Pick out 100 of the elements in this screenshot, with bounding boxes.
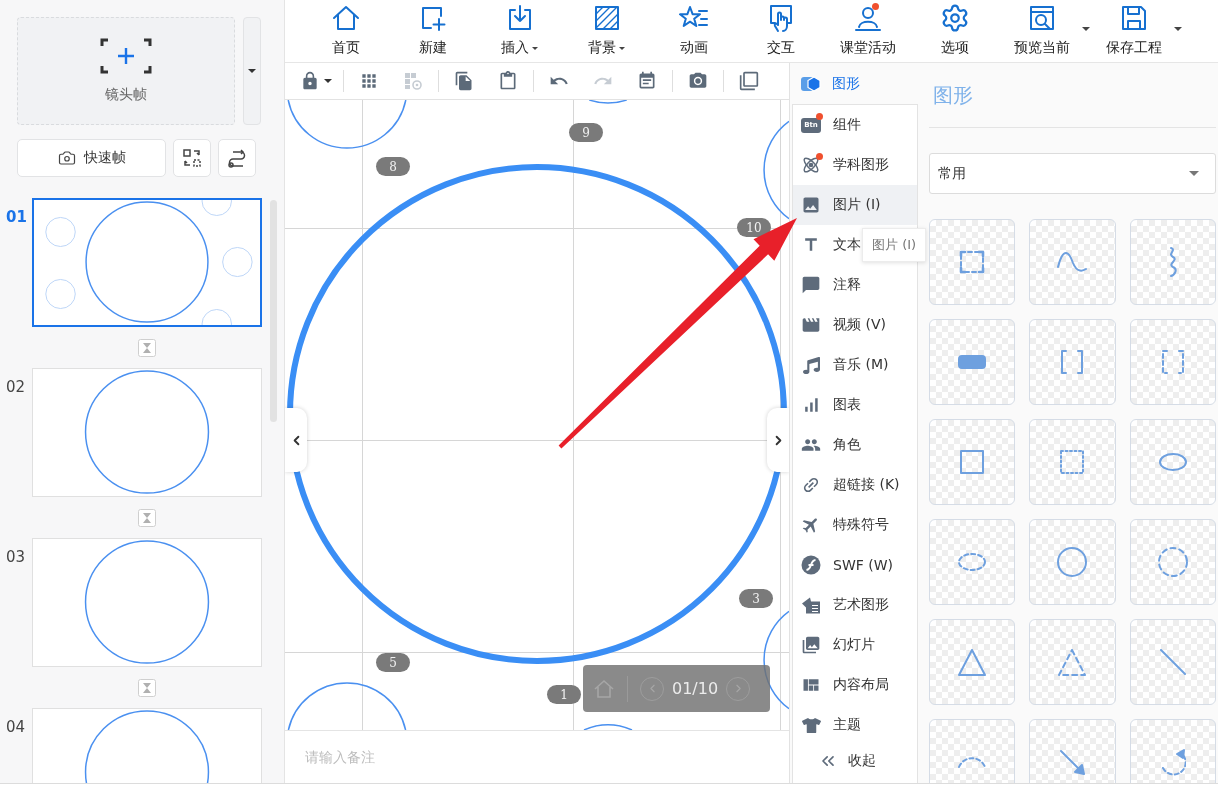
menu-item[interactable]: 注释 xyxy=(793,265,917,305)
insert-button[interactable]: 插入 xyxy=(476,0,563,62)
shape-tile[interactable] xyxy=(929,719,1016,783)
shape-tile[interactable] xyxy=(929,319,1016,405)
caret-icon[interactable] xyxy=(324,79,332,83)
menu-item[interactable]: 图片 (I) xyxy=(793,185,917,225)
dropdown-button[interactable] xyxy=(243,17,261,125)
shape-tile[interactable] xyxy=(1029,219,1116,305)
add-frame-button[interactable]: 镜头帧 xyxy=(17,17,235,125)
dotted-square-icon xyxy=(1060,450,1085,474)
caret-icon xyxy=(1189,171,1199,176)
transition-icon[interactable] xyxy=(138,678,156,697)
panel-title: 图形 xyxy=(933,81,973,109)
category-select[interactable]: 常用 xyxy=(929,153,1216,194)
quick-frame-button[interactable]: 快速帧 xyxy=(17,139,166,177)
menu-item[interactable]: 主题 xyxy=(793,705,917,745)
shape-tile[interactable] xyxy=(1029,319,1116,405)
banner-icon xyxy=(801,596,821,614)
menu-item[interactable]: 幻灯片 xyxy=(793,625,917,665)
home-icon xyxy=(330,3,361,33)
overlapping-squares-icon xyxy=(739,71,759,91)
background-button[interactable]: 背景 xyxy=(563,0,650,62)
shirt-icon xyxy=(801,715,821,735)
options-button[interactable]: 选项 xyxy=(911,0,998,62)
shape-tile[interactable] xyxy=(929,619,1016,705)
shape-tile[interactable] xyxy=(1129,419,1216,505)
route-button[interactable] xyxy=(218,139,256,177)
slide-number: 04 xyxy=(6,717,27,736)
number-badge: 5 xyxy=(376,653,410,672)
circle-icon xyxy=(1057,547,1088,577)
shape-tile[interactable] xyxy=(1129,719,1216,783)
menu-item[interactable]: 特殊符号 xyxy=(793,505,917,545)
photo-stack-icon xyxy=(801,635,821,655)
frame-swap-button[interactable] xyxy=(173,139,211,177)
transition-icon[interactable] xyxy=(138,508,156,527)
preview-button[interactable]: 预览当前 xyxy=(998,0,1085,62)
circular-arrow-icon xyxy=(1159,748,1187,776)
camera-icon xyxy=(57,149,76,167)
animation-button[interactable]: 动画 xyxy=(650,0,737,62)
arrow-icon xyxy=(1059,749,1086,775)
expand-tab[interactable] xyxy=(767,408,789,472)
ellipse-icon xyxy=(1158,453,1187,471)
shape-tile[interactable] xyxy=(929,419,1016,505)
dashed-ellipse-icon xyxy=(958,553,987,571)
shape-tile[interactable] xyxy=(1129,319,1216,405)
caret-icon[interactable] xyxy=(1174,27,1182,31)
shape-tile[interactable] xyxy=(929,519,1016,605)
collapse-button[interactable]: 收起 xyxy=(793,745,917,776)
shape-tile[interactable] xyxy=(1029,419,1116,505)
shape-tile[interactable] xyxy=(1129,519,1216,605)
menu-item[interactable]: 艺术图形 xyxy=(793,585,917,625)
swirl-circle-icon xyxy=(801,555,821,575)
menu-item[interactable]: 图表 xyxy=(793,385,917,425)
menu-item[interactable]: 角色 xyxy=(793,425,917,465)
menu-item[interactable]: 内容布局 xyxy=(793,665,917,705)
caret-icon[interactable] xyxy=(1082,27,1090,31)
menu-item[interactable]: 学科图形 xyxy=(793,145,917,185)
number-badge: 8 xyxy=(376,157,410,176)
slide-number: 03 xyxy=(6,547,27,566)
save-button[interactable]: 保存工程 xyxy=(1090,0,1177,62)
menu-item[interactable]: 超链接 (K) xyxy=(793,465,917,505)
image-icon xyxy=(801,195,821,215)
interaction-button[interactable]: 交互 xyxy=(737,0,824,62)
dashed-triangle-icon xyxy=(1058,648,1087,676)
shape-tile[interactable] xyxy=(1129,619,1216,705)
home-button[interactable]: 首页 xyxy=(302,0,389,62)
rectangle-icon xyxy=(958,355,987,369)
classroom-button[interactable]: 课堂活动 xyxy=(824,0,911,62)
atom-icon xyxy=(801,155,821,175)
shape-tile[interactable] xyxy=(1029,619,1116,705)
shape-tile[interactable] xyxy=(1029,519,1116,605)
frame-plus-icon xyxy=(100,38,152,74)
dashed-brackets-icon xyxy=(1160,349,1185,375)
corner-frame-icon xyxy=(959,250,986,274)
copy-icon xyxy=(454,71,474,91)
new-button[interactable]: 新建 xyxy=(389,0,476,62)
shape-tile[interactable] xyxy=(929,219,1016,305)
number-badge: 3 xyxy=(739,589,773,608)
triangle-icon xyxy=(958,648,987,676)
line-icon xyxy=(1159,649,1186,675)
tooltip: 图片 (I) xyxy=(862,228,927,262)
calendar-note-icon xyxy=(637,71,657,91)
menu-item[interactable]: SWF (W) xyxy=(793,545,917,585)
wave-icon xyxy=(1056,251,1089,273)
shape-tile[interactable] xyxy=(1029,719,1116,783)
transition-icon[interactable] xyxy=(138,338,156,357)
music-note-icon xyxy=(802,356,820,374)
menu-item[interactable]: 音乐 (M) xyxy=(793,345,917,385)
speech-bubble-icon xyxy=(801,275,821,295)
square-icon xyxy=(960,450,985,474)
number-badge: 1 xyxy=(547,685,581,704)
home-icon[interactable] xyxy=(593,678,615,699)
camera-icon xyxy=(688,71,708,91)
shape-tile[interactable] xyxy=(1129,219,1216,305)
menu-item[interactable]: 视频 (V) xyxy=(793,305,917,345)
dashed-circle-icon xyxy=(1157,547,1188,577)
slide-thumbnail[interactable] xyxy=(32,198,262,327)
shapes-category-button[interactable]: 图形 xyxy=(790,63,918,104)
collapse-tab[interactable] xyxy=(285,408,307,472)
caret-icon xyxy=(248,69,256,73)
